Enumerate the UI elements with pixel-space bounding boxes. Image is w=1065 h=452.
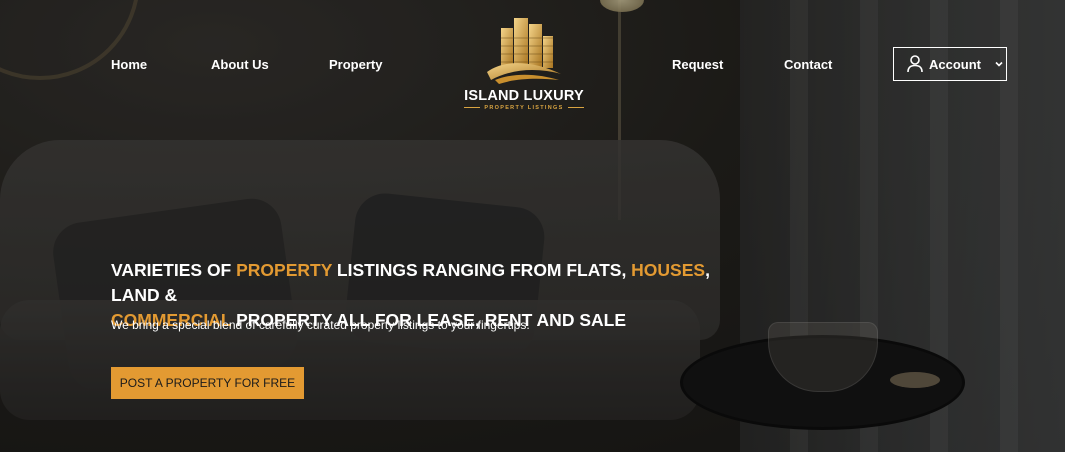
chevron-down-icon: [993, 58, 1005, 70]
nav-contact[interactable]: Contact: [784, 57, 832, 72]
gold-buildings-icon: [487, 18, 561, 84]
account-dropdown-button[interactable]: Account: [893, 47, 1007, 81]
nav-home[interactable]: Home: [111, 57, 147, 72]
account-label: Account: [929, 56, 981, 72]
logo-tagline: PROPERTY LISTINGS: [457, 105, 591, 111]
nav-property[interactable]: Property: [329, 57, 382, 72]
logo-brand-text: ISLAND LUXURY: [464, 88, 584, 104]
user-icon: [907, 55, 923, 73]
highlight-property: PROPERTY: [236, 260, 333, 280]
nav-request[interactable]: Request: [672, 57, 723, 72]
hero-subtext: We bring a special blend of carefully cu…: [111, 318, 530, 332]
nav-about-us[interactable]: About Us: [211, 57, 269, 72]
post-property-button[interactable]: POST A PROPERTY FOR FREE: [111, 367, 304, 399]
site-logo[interactable]: ISLAND LUXURY PROPERTY LISTINGS: [457, 14, 591, 114]
hero-section: Home About Us Property Request Contact A…: [0, 0, 1065, 452]
highlight-houses: HOUSES: [631, 260, 706, 280]
